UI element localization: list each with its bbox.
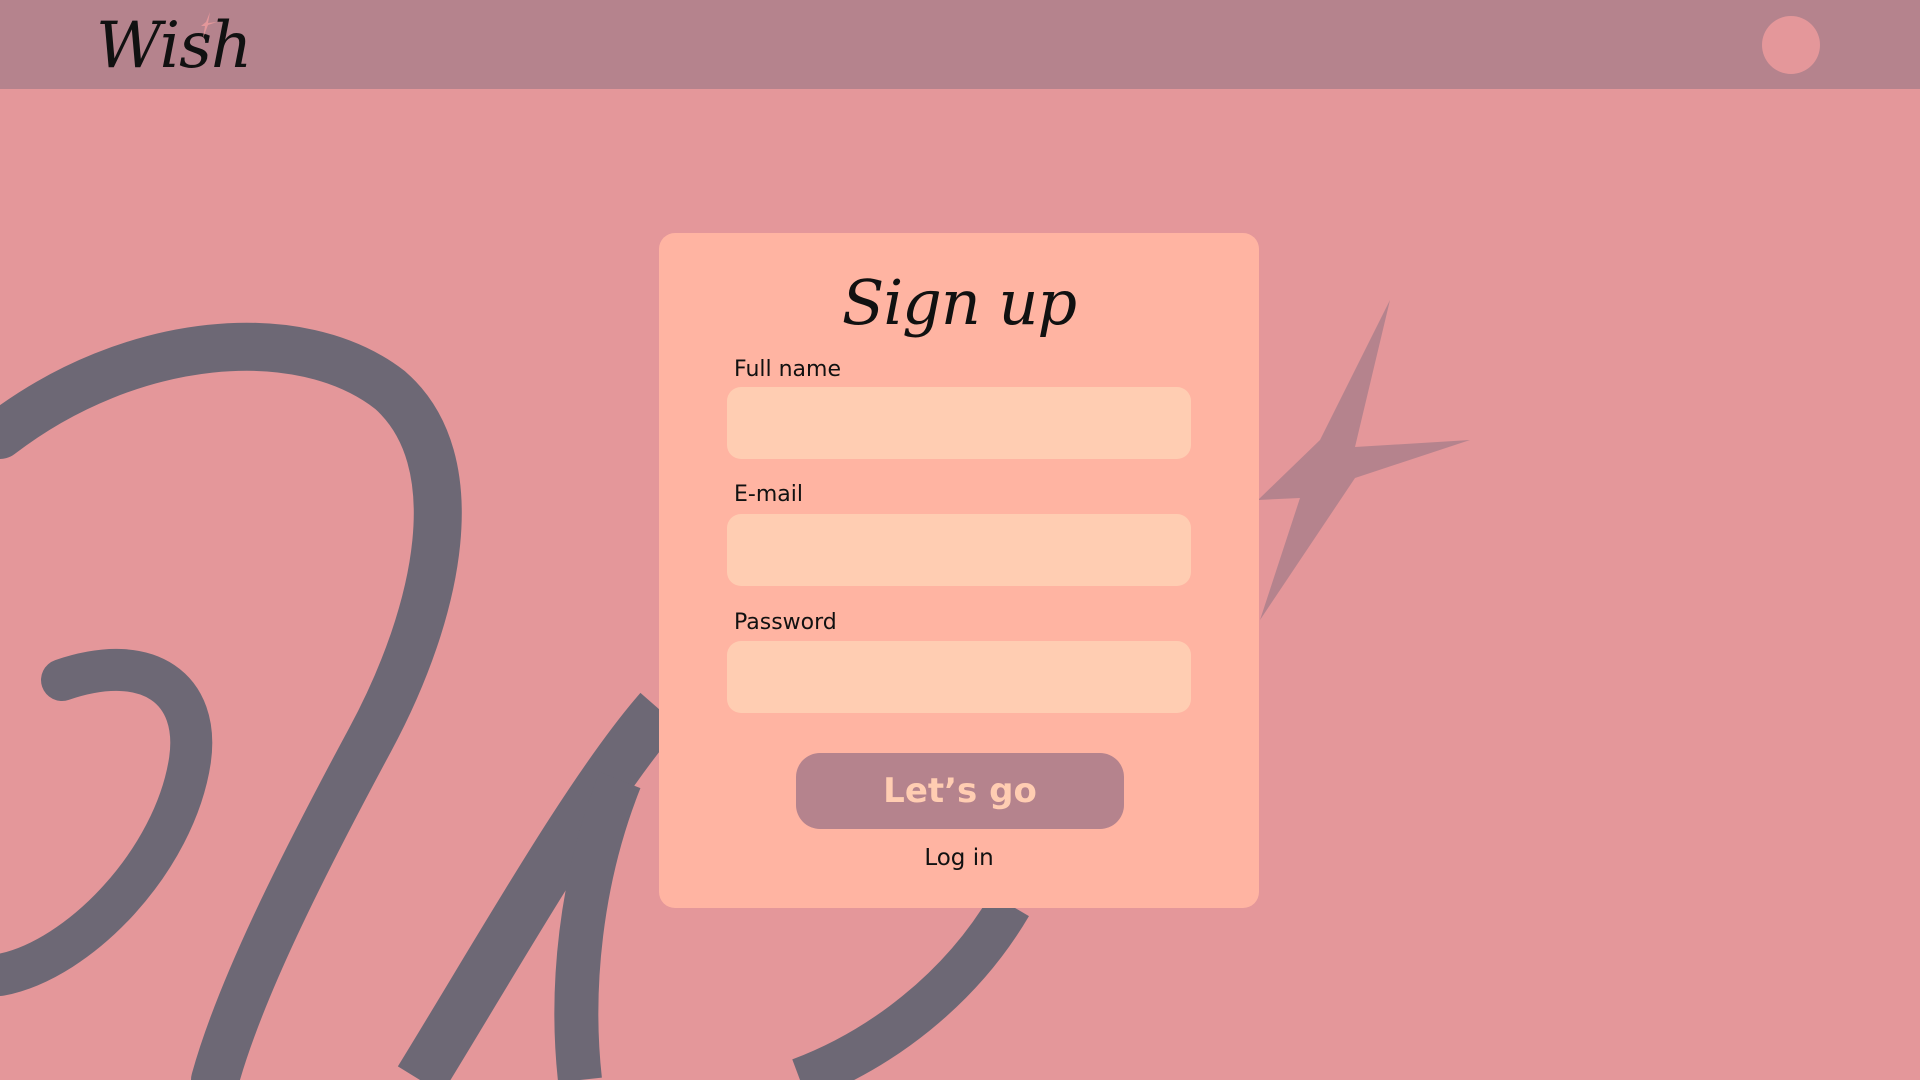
signup-title: Sign up [841,266,1077,339]
full-name-input[interactable] [727,387,1191,459]
logo[interactable]: Wish [96,6,266,86]
top-header: Wish [0,0,1920,89]
email-label: E-mail [734,482,803,507]
background-script-w-middle [397,692,680,1080]
full-name-label: Full name [734,357,842,382]
background-script-w-stem [554,771,641,1080]
user-avatar[interactable] [1762,16,1820,74]
sparkle-star-icon [201,12,217,38]
password-label: Password [734,610,837,635]
lets-go-button[interactable]: Let’s go [796,753,1124,829]
password-input[interactable] [727,641,1191,713]
background-script-w-loop [0,649,213,996]
email-input[interactable] [727,514,1191,586]
log-in-link[interactable]: Log in [659,843,1259,873]
logo-text: Wish [96,9,252,83]
sparkle-star-icon [1258,300,1470,620]
background-script-w-tail [792,893,1029,1080]
signup-card: Sign up Full name E-mail Password Let’s … [659,233,1259,908]
